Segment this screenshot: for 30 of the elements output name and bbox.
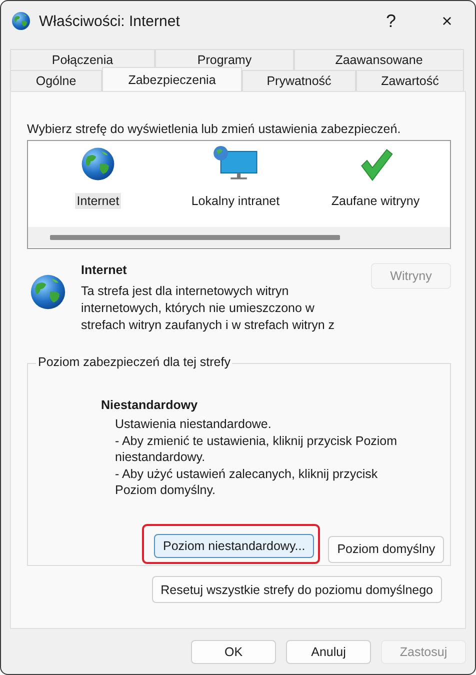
tab[interactable]: Zabezpieczenia [102,67,242,91]
zone-item[interactable]: Lokalny intranet [189,193,282,209]
tab[interactable]: Prywatność [242,70,356,91]
window-title: Właściwości: Internet [39,12,181,30]
custom-level-button[interactable]: Poziom niestandardowy... [154,534,314,558]
tab[interactable]: Programy [155,49,294,70]
group-legend: Poziom zabezpieczeń dla tej strefy [36,355,232,369]
instruction-text: Wybierz strefę do wyświetlenia lub zmień ustawienia zabezpieczeń. [27,122,402,136]
level-description: - Aby użyć ustawień zalecanych, kliknij przycisk Poziom domyślny. [115,466,379,498]
zone-title: Internet [81,263,128,277]
help-button[interactable]: ? [363,10,419,32]
tab[interactable]: Zaawansowane [294,49,464,70]
reset-zones-button[interactable]: Resetuj wszystkie strefy do poziomu domyślnego [152,576,442,603]
globe-icon [80,145,116,183]
level-description: - Aby zmienić te ustawienia, kliknij przycisk Poziom niestandardowy. [115,432,398,466]
level-name: Niestandardowy [101,398,199,412]
zone-item[interactable]: Internet [74,193,122,209]
zone-item[interactable]: Zaufane witryny [329,193,422,209]
default-level-button[interactable]: Poziom domyślny [328,536,444,562]
dialog-button[interactable]: OK [191,640,276,664]
tab[interactable]: Połączenia [10,49,155,70]
zone-description: Ta strefa jest dla internetowych witryn internetowych, których nie umieszczono w strefach witryn zaufanych i w strefach witryn z [81,283,336,334]
app-icon [11,11,31,31]
close-button[interactable]: × [419,10,475,32]
tab[interactable]: Zawartość [356,70,464,91]
tab[interactable]: Ogólne [10,70,102,91]
level-description: Ustawienia niestandardowe. [115,416,272,432]
dialog-button[interactable]: Anuluj [286,640,371,664]
horizontal-scrollbar[interactable] [28,227,450,247]
globe-icon [29,273,67,311]
